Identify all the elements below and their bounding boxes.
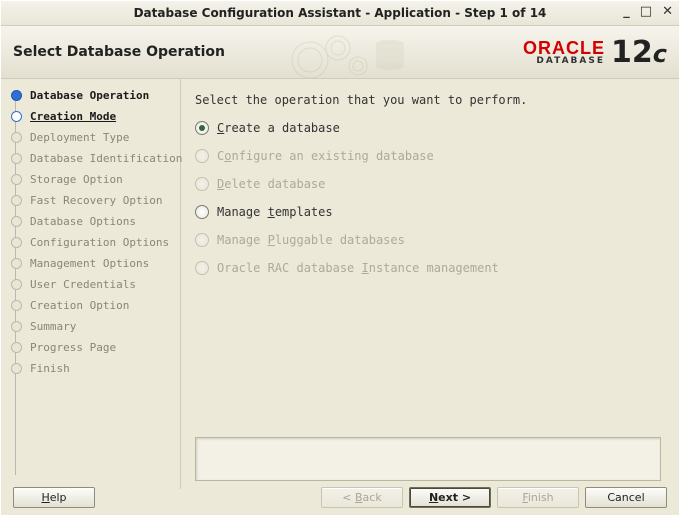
main-panel: Select the operation that you want to pe… [181,79,679,489]
step-bullet-icon [11,111,22,122]
wizard-step-8: Management Options [11,257,172,270]
footer: Help < Back Next > Finish Cancel [1,479,679,515]
nav-buttons: < Back Next > Finish Cancel [321,487,667,508]
wizard-step-label: Finish [30,362,70,375]
wizard-step-label: Progress Page [30,341,116,354]
wizard-step-label: Fast Recovery Option [30,194,162,207]
wizard-step-label: Configuration Options [30,236,169,249]
wizard-step-12: Progress Page [11,341,172,354]
step-bullet-icon [11,321,22,332]
operation-option-1: Configure an existing database [195,149,661,163]
operation-option-3[interactable]: Manage templates [195,205,661,219]
radio-icon [195,121,209,135]
titlebar: Database Configuration Assistant - Appli… [1,1,679,26]
wizard-sidebar: Database Operation Creation Mode Deploymen… [1,79,181,489]
wizard-step-7: Configuration Options [11,236,172,249]
wizard-step-2: Deployment Type [11,131,172,144]
body: Database Operation Creation Mode Deploymen… [1,79,679,489]
step-bullet-icon [11,342,22,353]
wizard-step-5: Fast Recovery Option [11,194,172,207]
window: Database Configuration Assistant - Appli… [0,0,680,516]
cancel-button[interactable]: Cancel [585,487,667,508]
wizard-step-label: Creation Option [30,299,129,312]
step-bullet-icon [11,153,22,164]
wizard-step-11: Summary [11,320,172,333]
wizard-step-6: Database Options [11,215,172,228]
operation-option-label: Manage Pluggable databases [217,233,405,247]
wizard-step-10: Creation Option [11,299,172,312]
step-bullet-icon [11,237,22,248]
brand-subword: DATABASE [536,57,605,66]
operation-option-2: Delete database [195,177,661,191]
wizard-step-label: Database Identification [30,152,182,165]
wizard-step-label: Creation Mode [30,110,116,123]
wizard-step-label: Management Options [30,257,149,270]
wizard-step-label: Database Options [30,215,136,228]
back-button: < Back [321,487,403,508]
window-title: Database Configuration Assistant - Appli… [134,6,547,20]
maximize-icon[interactable]: □ [640,5,652,19]
wizard-step-3: Database Identification [11,152,172,165]
step-bullet-icon [11,258,22,269]
step-bullet-icon [11,174,22,185]
radio-icon [195,149,209,163]
finish-button: Finish [497,487,579,508]
wizard-step-4: Storage Option [11,173,172,186]
step-bullet-icon [11,279,22,290]
radio-icon [195,233,209,247]
step-bullet-icon [11,132,22,143]
radio-icon [195,177,209,191]
operation-option-label: Manage templates [217,205,333,219]
minimize-icon[interactable]: _ [623,5,630,19]
radio-icon [195,261,209,275]
brand-word: ORACLE [523,39,605,57]
step-bullet-icon [11,90,22,101]
page-title: Select Database Operation [13,44,225,60]
wizard-step-label: Deployment Type [30,131,129,144]
brand-version: 12c [611,35,667,70]
wizard-step-13: Finish [11,362,172,375]
wizard-step-label: User Credentials [30,278,136,291]
wizard-step-9: User Credentials [11,278,172,291]
instruction-text: Select the operation that you want to pe… [195,93,661,107]
operation-option-label: Oracle RAC database Instance management [217,261,499,275]
wizard-step-label: Database Operation [30,89,149,102]
banner: Select Database Operation ORACLE DATABAS… [1,26,679,79]
operation-option-4: Manage Pluggable databases [195,233,661,247]
wizard-step-1[interactable]: Creation Mode [11,110,172,123]
step-bullet-icon [11,363,22,374]
close-icon[interactable]: ✕ [662,5,673,19]
operation-option-5: Oracle RAC database Instance management [195,261,661,275]
step-bullet-icon [11,216,22,227]
operation-option-label: Delete database [217,177,325,191]
operation-option-0[interactable]: Create a database [195,121,661,135]
operation-option-label: Create a database [217,121,340,135]
radio-icon [195,205,209,219]
wizard-step-0[interactable]: Database Operation [11,89,172,102]
operation-option-label: Configure an existing database [217,149,434,163]
step-bullet-icon [11,195,22,206]
message-area [195,437,661,481]
window-controls: _ □ ✕ [623,5,673,19]
wizard-step-label: Summary [30,320,76,333]
step-bullet-icon [11,300,22,311]
brand-logo: ORACLE DATABASE 12c [523,35,667,70]
help-button[interactable]: Help [13,487,95,508]
next-button[interactable]: Next > [409,487,491,508]
wizard-step-label: Storage Option [30,173,123,186]
banner-art [240,26,440,78]
